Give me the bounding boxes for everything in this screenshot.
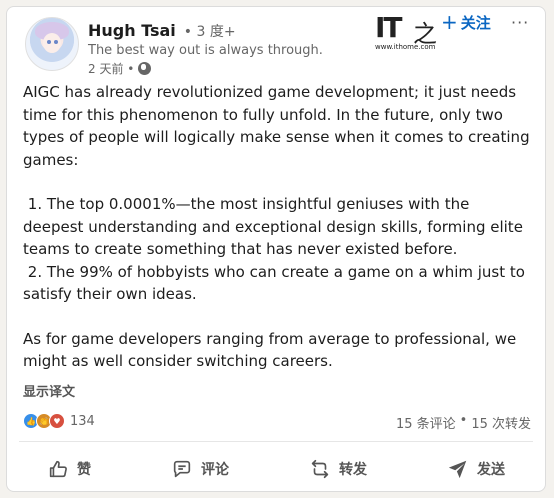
repost-count[interactable]: 15 次转发 [471,413,531,432]
love-reaction-icon: ♥ [49,413,65,429]
like-label: 赞 [77,462,91,478]
author-name[interactable]: Hugh Tsai [88,21,176,40]
divider [19,441,533,442]
comment-icon [173,460,191,478]
send-icon [448,460,467,479]
repost-button[interactable]: 转发 [295,452,381,486]
send-button[interactable]: 发送 [433,452,519,486]
reaction-count: 134 [70,413,95,429]
post-body: AIGC has already revolutionized game dev… [23,81,533,373]
watermark-logo: IT 之 www.ithome.com [375,11,441,51]
engagement-stats: 15 条评论 • 15 次转发 [396,413,531,432]
post-paragraph: AIGC has already revolutionized game dev… [23,83,535,169]
watermark-url: www.ithome.com [375,43,436,51]
post-meta: 2 天前 • [88,60,152,77]
stats-separator: • [459,413,468,428]
follow-button[interactable]: + 关注 [441,12,491,33]
author-tagline: The best way out is always through. [88,43,323,58]
comment-button[interactable]: 评论 [157,452,243,486]
watermark-logo-text: IT [375,11,402,44]
reactions-summary[interactable]: 👍 👏 ♥ 134 [23,413,95,429]
follow-label: 关注 [460,14,491,32]
post-time: 2 天前 • [88,62,135,76]
comment-count[interactable]: 15 条评论 [396,413,456,432]
show-translation-button[interactable]: 显示译文 [23,381,75,400]
post-paragraph: 1. The top 0.0001%—the most insightful g… [23,195,525,303]
action-bar: 赞 评论 转发 发送 [7,449,545,489]
post-paragraph: As for game developers ranging from aver… [23,329,521,371]
like-icon [49,460,67,478]
send-label: 发送 [477,462,505,478]
connection-degree: • 3 度+ [183,24,236,40]
post-card: Hugh Tsai • 3 度+ The best way out is alw… [6,6,546,492]
like-button[interactable]: 赞 [33,452,105,486]
avatar[interactable] [25,17,79,71]
more-icon[interactable]: ··· [511,13,529,32]
repost-icon [311,459,329,479]
repost-label: 转发 [339,462,367,478]
author-row: Hugh Tsai • 3 度+ [88,21,236,41]
globe-icon [138,62,152,75]
comment-label: 评论 [201,462,229,478]
plus-icon: + [441,10,458,34]
